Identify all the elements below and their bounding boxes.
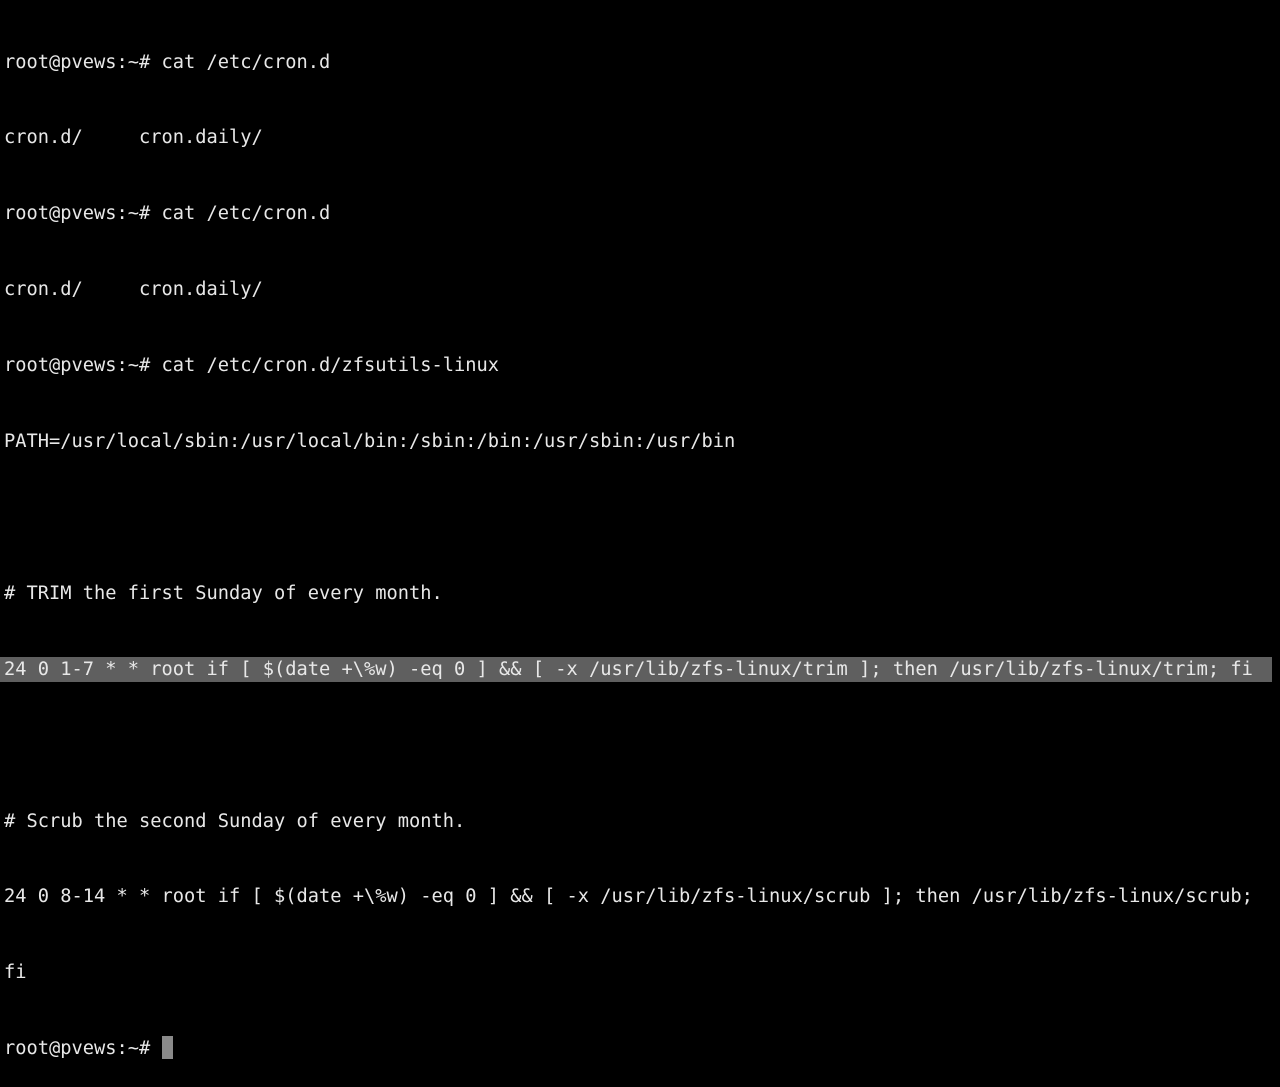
selected-terminal-line[interactable]: 24 0 1-7 * * root if [ $(date +\%w) -eq … (0, 656, 1272, 683)
terminal-line: root@pvews:~# cat /etc/cron.d/zfsutils-l… (4, 355, 500, 377)
terminal-output[interactable]: root@pvews:~# cat /etc/cron.d cron.d/ cr… (0, 0, 1272, 1087)
terminal-line: cron.d/ cron.daily/ (4, 127, 263, 149)
terminal-line: root@pvews:~# cat /etc/cron.d (4, 203, 331, 225)
terminal-line: root@pvews:~# cat /etc/cron.d (4, 51, 331, 73)
text-cursor (161, 1036, 173, 1060)
terminal-line: fi (4, 962, 27, 984)
shell-prompt: root@pvews:~# (4, 1038, 162, 1060)
terminal-line: PATH=/usr/local/sbin:/usr/local/bin:/sbi… (4, 431, 736, 453)
terminal-line: cron.d/ cron.daily/ (4, 279, 263, 301)
terminal-line: # TRIM the first Sunday of every month. (4, 582, 443, 604)
command-prompt-line[interactable]: root@pvews:~# (4, 1036, 1272, 1061)
terminal-line: # Scrub the second Sunday of every month… (4, 810, 466, 832)
terminal-line: 24 0 8-14 * * root if [ $(date +\%w) -eq… (4, 886, 1253, 908)
